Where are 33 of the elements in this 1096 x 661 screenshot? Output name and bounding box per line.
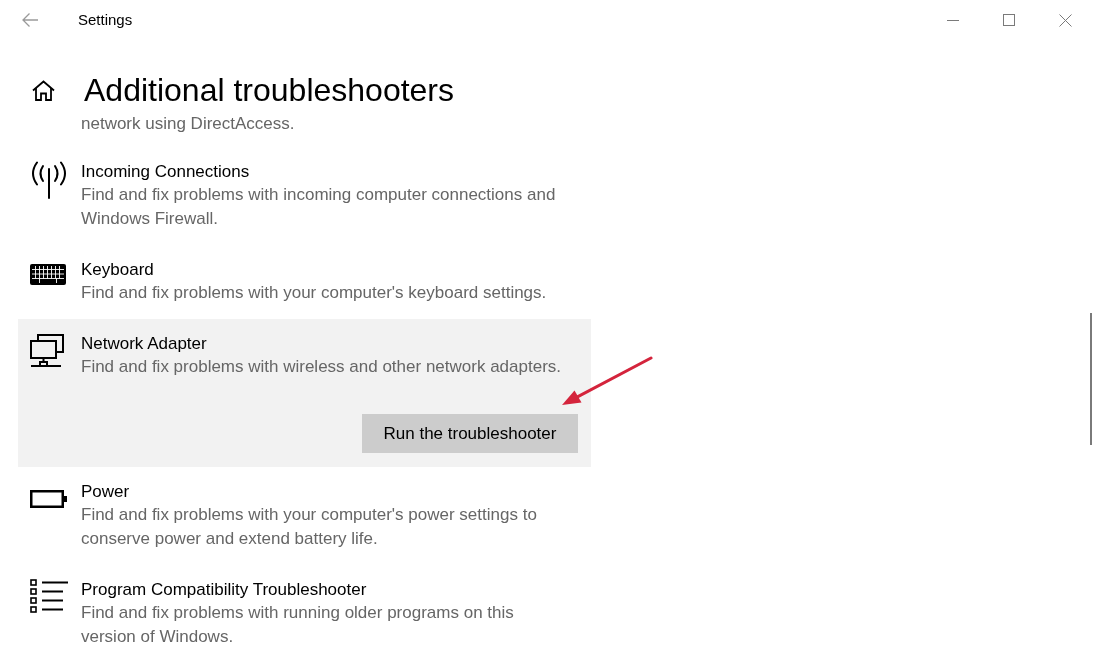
troubleshooter-item[interactable]: Keyboard Find and fix problems with your computer's keyboard settings. (18, 245, 591, 319)
item-description: Find and fix problems with running older programs on this version of Windows. (81, 602, 515, 648)
maximize-icon (1003, 14, 1015, 26)
back-arrow-icon (22, 13, 38, 27)
keyboard-icon (30, 264, 66, 285)
item-title: Power (81, 481, 131, 503)
item-description: network using DirectAccess. (81, 113, 296, 135)
item-description: Find and fix problems with your computer's keyboard settings. (81, 282, 548, 304)
troubleshooter-item[interactable]: Power Find and fix problems with your computer's power settings to conserve power and extend battery life. (18, 467, 591, 565)
minimize-icon (947, 19, 959, 21)
item-description: Find and fix problems with your computer's power settings to conserve power and extend battery life. (81, 504, 538, 550)
page-heading: Additional troubleshooters (84, 71, 454, 110)
list-icon (30, 579, 68, 613)
run-troubleshooter-button[interactable]: Run the troubleshooter (362, 414, 578, 453)
item-description: Find and fix problems with incoming computer connections and Windows Firewall. (81, 184, 557, 230)
home-icon (32, 79, 55, 101)
item-title: Program Compatibility Troubleshooter (81, 579, 368, 601)
antenna-icon (30, 161, 68, 199)
troubleshooter-item[interactable]: network using DirectAccess. (18, 112, 591, 147)
two-monitors-icon (30, 334, 64, 368)
troubleshooter-item[interactable]: Program Compatibility Troubleshooter Find and fix problems with running older programs on this version of Windows. (18, 565, 591, 661)
battery-icon (30, 490, 67, 508)
arrow-icon (560, 356, 653, 407)
item-description: Find and fix problems with wireless and other network adapters. (81, 356, 562, 378)
item-title: Incoming Connections (81, 161, 251, 183)
troubleshooter-item[interactable]: Incoming Connections Find and fix problems with incoming computer connections and Windows Firewall. (18, 147, 591, 245)
home-button[interactable] (32, 79, 55, 101)
item-title: Keyboard (81, 259, 155, 281)
close-icon (1058, 13, 1072, 27)
troubleshooter-item[interactable]: Network Adapter Find and fix problems with wireless and other network adapters. Run the troubleshooter (18, 319, 591, 467)
window-title: Settings (78, 10, 133, 30)
scrollbar-thumb[interactable] (1090, 313, 1092, 445)
item-title: Network Adapter (81, 333, 208, 355)
